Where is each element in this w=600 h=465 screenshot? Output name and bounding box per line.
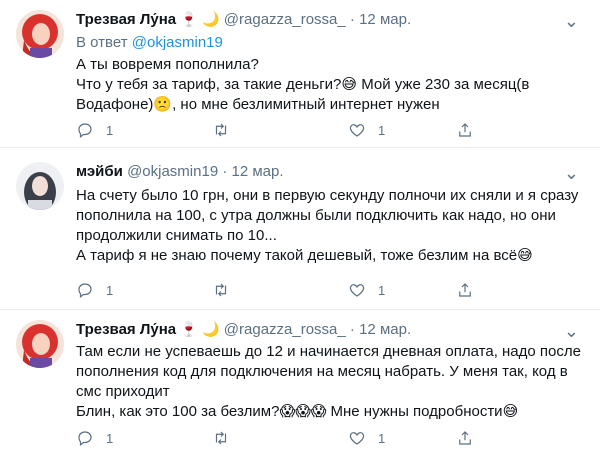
separator-dot: · [349, 11, 355, 28]
share-icon [459, 123, 471, 137]
tweet-actions: 1 1 [76, 428, 496, 448]
share-button[interactable] [456, 280, 474, 300]
reply-button[interactable]: 1 [76, 280, 113, 300]
separator-dot: · [222, 163, 228, 180]
retweet-icon [215, 123, 227, 137]
retweet-button[interactable] [212, 280, 242, 300]
avatar[interactable] [16, 320, 64, 368]
tweet-text: На счету было 10 грн, они в первую секун… [76, 187, 579, 264]
more-icon[interactable]: ⌄ [564, 12, 580, 30]
display-name[interactable]: мэйби [76, 163, 123, 180]
share-button[interactable] [456, 120, 474, 140]
tweet-text: А ты вовремя пополнила? Что у тебя за та… [76, 56, 530, 113]
share-button[interactable] [456, 428, 474, 448]
heart-icon [349, 124, 365, 137]
like-button[interactable]: 1 [348, 120, 385, 140]
separator-dot: · [349, 321, 355, 338]
tweet-date[interactable]: 12 мар. [232, 163, 284, 180]
like-button[interactable]: 1 [348, 280, 385, 300]
like-button[interactable]: 1 [348, 428, 385, 448]
more-icon[interactable]: ⌄ [564, 164, 580, 182]
reply-button[interactable]: 1 [76, 428, 113, 448]
share-icon [459, 283, 471, 297]
user-handle[interactable]: @okjasmin19 [127, 163, 218, 180]
tweet-header: мэйби @okjasmin19 · 12 мар. [76, 162, 586, 182]
tweet-text: Там если не успеваешь до 12 и начинается… [76, 343, 581, 420]
name-emoji: 🍷 🌙 [180, 322, 220, 338]
tweet-date[interactable]: 12 мар. [359, 321, 411, 338]
retweet-button[interactable] [212, 120, 242, 140]
tweet[interactable]: Трезвая Лу́на 🍷 🌙 @ragazza_rossa_ · 12 м… [0, 310, 600, 465]
tweet[interactable]: мэйби @okjasmin19 · 12 мар. ⌄ На счету б… [0, 148, 600, 310]
reply-icon [78, 123, 92, 138]
reply-icon [78, 431, 92, 446]
reply-icon [78, 283, 92, 298]
tweet[interactable]: Трезвая Лу́на 🍷 🌙 @ragazza_rossa_ · 12 м… [0, 0, 600, 148]
reply-handle-link[interactable]: @okjasmin19 [132, 34, 223, 51]
user-handle[interactable]: @ragazza_rossa_ [224, 321, 346, 338]
retweet-icon [215, 283, 227, 297]
tweet-actions: 1 1 [76, 120, 496, 140]
like-count: 1 [378, 122, 386, 138]
reply-count: 1 [106, 430, 114, 446]
tweet-header: Трезвая Лу́на 🍷 🌙 @ragazza_rossa_ · 12 м… [76, 10, 586, 30]
reply-button[interactable]: 1 [76, 120, 113, 140]
share-icon [459, 431, 471, 445]
reply-count: 1 [106, 282, 114, 298]
retweet-icon [215, 431, 227, 445]
tweet-actions: 1 1 [76, 280, 496, 300]
tweet-date[interactable]: 12 мар. [359, 11, 411, 28]
user-handle[interactable]: @ragazza_rossa_ [224, 11, 346, 28]
tweet-header: Трезвая Лу́на 🍷 🌙 @ragazza_rossa_ · 12 м… [76, 320, 586, 340]
like-count: 1 [378, 430, 386, 446]
reply-prefix: В ответ [76, 34, 128, 51]
avatar[interactable] [16, 10, 64, 58]
heart-icon [349, 284, 365, 297]
display-name[interactable]: Трезвая Лу́на [76, 321, 176, 338]
name-emoji: 🍷 🌙 [180, 12, 220, 28]
reply-count: 1 [106, 122, 114, 138]
avatar[interactable] [16, 162, 64, 210]
like-count: 1 [378, 282, 386, 298]
display-name[interactable]: Трезвая Лу́на [76, 11, 176, 28]
heart-icon [349, 432, 365, 445]
retweet-button[interactable] [212, 428, 242, 448]
more-icon[interactable]: ⌄ [564, 322, 580, 340]
reply-context: В ответ @okjasmin19 [76, 33, 223, 53]
